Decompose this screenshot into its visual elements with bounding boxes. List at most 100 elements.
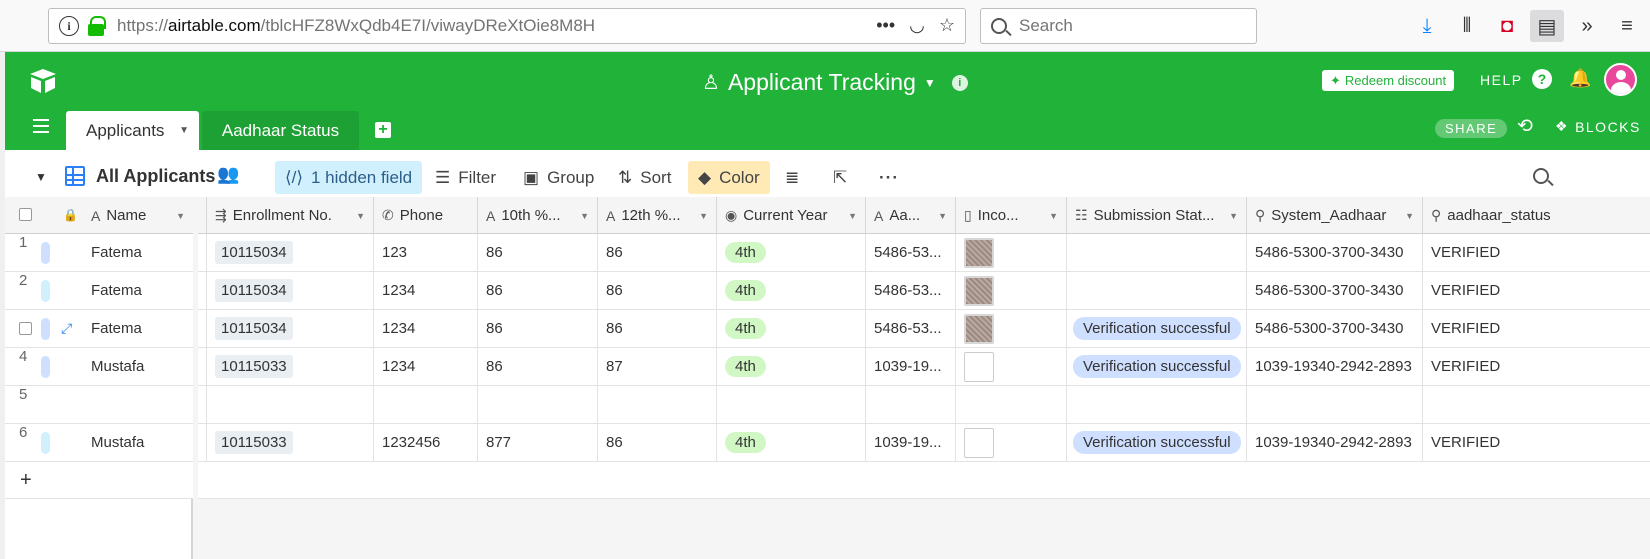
column-header-phone[interactable]: ✆ Phone [374,197,478,234]
lock-icon[interactable] [87,16,106,36]
aadhaar-cell[interactable]: 5486-53... [866,310,956,347]
column-header-submission-status[interactable]: ☷ Submission Stat... ▼ [1067,197,1247,234]
current-year-cell[interactable]: 4th [717,272,866,309]
base-title[interactable]: ♙ Applicant Tracking ▼ i [702,69,968,96]
system-aadhaar-cell[interactable]: 1039-19340-2942-2893 [1247,348,1423,385]
phone-cell[interactable]: 1234 [374,348,478,385]
view-name[interactable]: All Applicants [96,166,215,187]
current-year-cell[interactable]: 4th [717,234,866,271]
system-aadhaar-cell[interactable]: 5486-5300-3700-3430 [1247,310,1423,347]
attachment-thumbnail[interactable] [964,351,994,382]
redeem-discount-button[interactable]: ✦ Redeem discount [1322,70,1455,91]
aadhaar-status-cell[interactable]: VERIFIED [1423,348,1650,385]
twelfth-cell[interactable]: 86 [598,234,717,271]
tenth-cell[interactable]: 86 [478,348,598,385]
table-row[interactable]: 1 Fatema [5,234,193,272]
tenth-cell[interactable]: 86 [478,310,598,347]
income-cell[interactable] [956,424,1067,461]
share-view-icon[interactable]: ⇱ [823,161,857,194]
submission-status-cell[interactable] [1067,234,1247,271]
history-icon[interactable]: ⟲ [1517,115,1533,138]
system-aadhaar-cell[interactable]: 5486-5300-3700-3430 [1247,272,1423,309]
aadhaar-cell[interactable]: 5486-53... [866,272,956,309]
phone-cell[interactable]: 123 [374,234,478,271]
sidebar-icon[interactable]: ▤ [1530,10,1564,42]
url-bar[interactable]: i https://airtable.com/tblcHFZ8WxQdb4E7I… [48,8,966,44]
name-cell[interactable]: Mustafa [83,348,193,385]
color-button[interactable]: ◆ Color [688,161,770,194]
aadhaar-status-cell[interactable] [1423,386,1650,423]
submission-status-cell[interactable]: Verification successful [1067,310,1247,347]
browser-search-input[interactable] [1019,16,1219,36]
aadhaar-status-cell[interactable]: VERIFIED [1423,310,1650,347]
enrollment-cell[interactable]: 10115034 [207,234,374,271]
submission-status-cell[interactable] [1067,386,1247,423]
table-row[interactable]: 6 Mustafa [5,424,193,462]
twelfth-cell[interactable]: 86 [598,310,717,347]
add-table-icon[interactable]: + [375,122,391,138]
download-icon[interactable]: ⤓ [1410,10,1444,42]
name-cell[interactable]: Fatema [83,234,193,271]
hamburger-menu-icon[interactable] [33,119,49,133]
name-cell[interactable]: Fatema [83,272,193,309]
column-header-income[interactable]: ▯ Inco... ▼ [956,197,1067,234]
pocket-icon[interactable]: ◡ [909,15,925,36]
enrollment-cell[interactable] [207,386,374,423]
overflow-icon[interactable]: » [1570,10,1604,42]
add-record-row-extension[interactable] [198,462,1650,499]
row-checkbox[interactable] [19,322,32,335]
help-label[interactable]: HELP [1480,72,1523,88]
library-icon[interactable]: ⫴ [1450,10,1484,42]
search-icon[interactable] [1533,168,1549,184]
phone-cell[interactable]: 1234 [374,272,478,309]
column-header-twelfth[interactable]: A 12th %... ▼ [598,197,717,234]
help-icon[interactable]: ? [1532,69,1552,89]
table-row[interactable]: 10115033 1232456 877 86 4th 1039-19... V… [198,424,1650,462]
income-cell[interactable] [956,386,1067,423]
group-button[interactable]: ▣ Group [513,161,604,194]
info-icon[interactable]: i [951,74,968,91]
page-actions-icon[interactable]: ••• [876,15,895,36]
system-aadhaar-cell[interactable]: 1039-19340-2942-2893 [1247,424,1423,461]
name-cell[interactable]: Mustafa [83,424,193,461]
submission-status-cell[interactable]: Verification successful [1067,424,1247,461]
tab-aadhaar-status[interactable]: Aadhaar Status [202,111,359,150]
attachment-thumbnail[interactable] [964,237,994,268]
system-aadhaar-cell[interactable] [1247,386,1423,423]
attachment-thumbnail[interactable] [964,275,994,306]
table-row[interactable]: 5 [5,386,193,424]
aadhaar-status-cell[interactable]: VERIFIED [1423,272,1650,309]
column-header-system-aadhaar[interactable]: ⚲ System_Aadhaar ▼ [1247,197,1423,234]
column-header-aadhaar[interactable]: A Aa... ▼ [866,197,956,234]
table-row[interactable] [198,386,1650,424]
hide-fields-button[interactable]: ⟨/⟩ 1 hidden field [275,161,423,194]
table-row[interactable]: 10115034 1234 86 86 4th 5486-53... Verif… [198,310,1650,348]
column-header-tenth[interactable]: A 10th %... ▼ [478,197,598,234]
row-height-icon[interactable]: ≣ [775,161,809,194]
aadhaar-cell[interactable]: 1039-19... [866,348,956,385]
add-record-row[interactable]: + [5,462,193,499]
income-cell[interactable] [956,272,1067,309]
tab-applicants[interactable]: Applicants ▼ [66,111,199,150]
current-year-cell[interactable] [717,386,866,423]
twelfth-cell[interactable] [598,386,717,423]
tenth-cell[interactable]: 86 [478,234,598,271]
enrollment-cell[interactable]: 10115034 [207,272,374,309]
notifications-bell-icon[interactable]: 🔔 [1569,68,1591,89]
phone-cell[interactable]: 1232456 [374,424,478,461]
aadhaar-cell[interactable] [866,386,956,423]
aadhaar-cell[interactable]: 1039-19... [866,424,956,461]
view-switcher-caret-icon[interactable]: ▼ [35,170,47,184]
add-record-icon[interactable]: + [20,469,32,492]
enrollment-cell[interactable]: 10115034 [207,310,374,347]
table-row[interactable]: 10115034 123 86 86 4th 5486-53... 5486-5… [198,234,1650,272]
menu-icon[interactable]: ≡ [1610,10,1644,42]
income-cell[interactable] [956,348,1067,385]
phone-cell[interactable]: 1234 [374,310,478,347]
attachment-thumbnail[interactable] [964,313,994,344]
avatar[interactable] [1604,63,1637,96]
name-cell[interactable] [83,386,193,423]
aadhaar-cell[interactable]: 5486-53... [866,234,956,271]
column-header-aadhaar-status[interactable]: ⚲ aadhaar_status [1423,197,1650,234]
income-cell[interactable] [956,234,1067,271]
